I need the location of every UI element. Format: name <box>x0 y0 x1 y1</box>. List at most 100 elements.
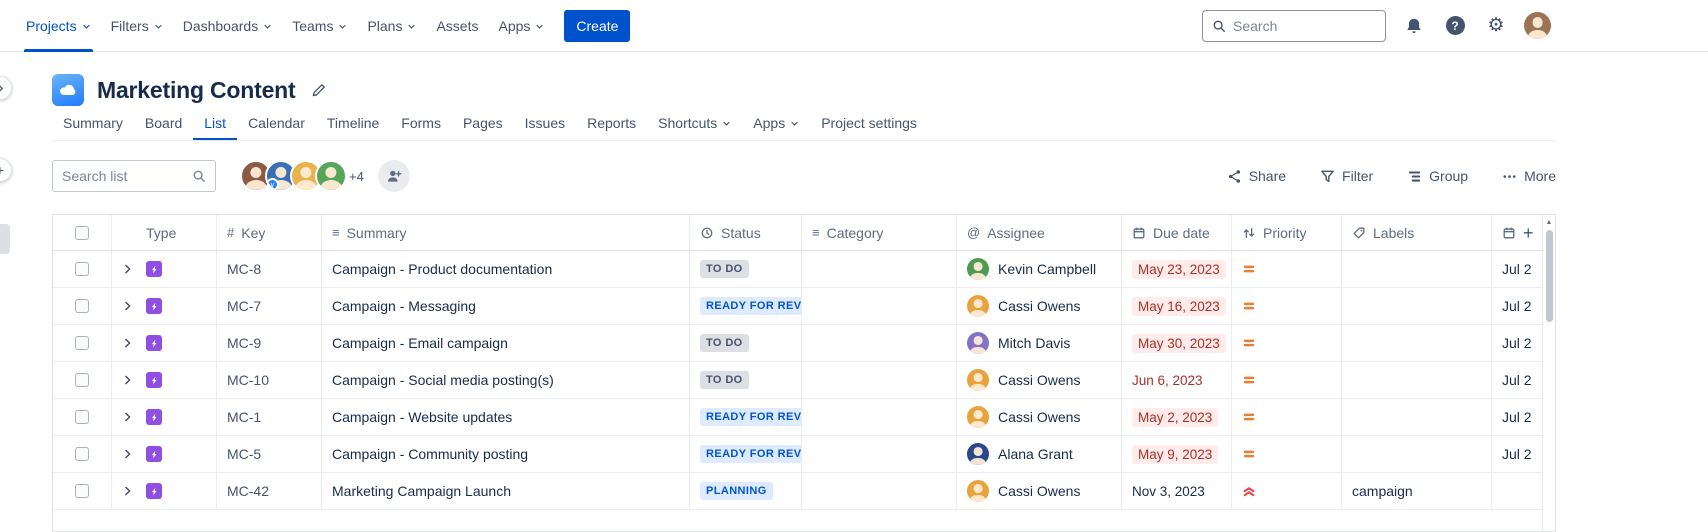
nav-item-teams[interactable]: Teams <box>282 0 357 52</box>
share-button[interactable]: Share <box>1227 168 1286 184</box>
column-status[interactable]: Status <box>689 215 801 250</box>
table-row[interactable]: MC-5 Campaign - Community posting READY … <box>53 436 1555 473</box>
row-checkbox[interactable] <box>75 410 89 424</box>
category-cell[interactable] <box>801 325 956 361</box>
category-cell[interactable] <box>801 473 956 509</box>
nav-item-projects[interactable]: Projects <box>16 0 101 52</box>
table-row[interactable]: MC-9 Campaign - Email campaign TO DO Mit… <box>53 325 1555 362</box>
tab-board[interactable]: Board <box>134 106 193 140</box>
issue-type-icon[interactable] <box>146 261 162 277</box>
tab-forms[interactable]: Forms <box>390 106 452 140</box>
labels-cell[interactable] <box>1341 399 1491 435</box>
expand-row-icon[interactable] <box>121 448 134 461</box>
issue-summary[interactable]: Campaign - Email campaign <box>321 325 689 361</box>
tab-shortcuts[interactable]: Shortcuts <box>647 106 742 140</box>
table-scrollbar[interactable]: ▲ <box>1542 215 1555 531</box>
status-badge[interactable]: READY FOR REVI... <box>700 297 801 315</box>
add-people-button[interactable] <box>377 160 410 192</box>
nav-item-plans[interactable]: Plans <box>357 0 426 52</box>
nav-item-apps[interactable]: Apps <box>488 0 554 52</box>
issue-type-icon[interactable] <box>146 372 162 388</box>
table-row[interactable]: MC-7 Campaign - Messaging READY FOR REVI… <box>53 288 1555 325</box>
expand-row-icon[interactable] <box>121 337 134 350</box>
expand-row-icon[interactable] <box>121 374 134 387</box>
expand-sidebar-button[interactable] <box>0 76 12 100</box>
category-cell[interactable] <box>801 436 956 472</box>
list-search[interactable] <box>52 160 216 192</box>
category-cell[interactable] <box>801 399 956 435</box>
due-date-cell[interactable]: Jun 6, 2023 <box>1121 362 1231 398</box>
assignee-cell[interactable]: Alana Grant <box>956 436 1121 472</box>
tab-timeline[interactable]: Timeline <box>316 106 390 140</box>
due-date-cell[interactable]: May 9, 2023 <box>1121 436 1231 472</box>
scrollbar-thumb[interactable] <box>1545 230 1553 322</box>
status-badge[interactable]: READY FOR REVI... <box>700 445 801 463</box>
avatar-overflow-count[interactable]: +4 <box>349 169 364 184</box>
tab-summary[interactable]: Summary <box>52 106 134 140</box>
status-badge[interactable]: TO DO <box>700 371 749 389</box>
table-row[interactable]: MC-42 Marketing Campaign Launch PLANNING… <box>53 473 1555 510</box>
column-assignee[interactable]: @ Assignee <box>956 215 1121 250</box>
issue-key[interactable]: MC-42 <box>216 473 321 509</box>
select-all-checkbox[interactable] <box>75 225 89 240</box>
group-button[interactable]: Group <box>1407 168 1468 184</box>
column-key[interactable]: # Key <box>216 215 321 250</box>
tab-list[interactable]: List <box>193 106 237 140</box>
help-icon[interactable]: ? <box>1442 13 1468 39</box>
row-checkbox[interactable] <box>75 447 89 461</box>
issue-type-icon[interactable] <box>146 298 162 314</box>
tab-issues[interactable]: Issues <box>514 106 576 140</box>
priority-cell[interactable] <box>1231 399 1341 435</box>
labels-cell[interactable] <box>1341 325 1491 361</box>
assignee-cell[interactable]: Cassi Owens <box>956 473 1121 509</box>
issue-summary[interactable]: Marketing Campaign Launch <box>321 473 689 509</box>
edit-project-name-icon[interactable] <box>311 83 326 98</box>
global-search[interactable] <box>1202 9 1386 42</box>
sidebar-add-button[interactable]: + <box>0 158 12 182</box>
labels-cell[interactable]: campaign <box>1341 473 1491 509</box>
nav-item-filters[interactable]: Filters <box>101 0 173 52</box>
filter-button[interactable]: Filter <box>1320 168 1373 184</box>
priority-cell[interactable] <box>1231 251 1341 287</box>
status-badge[interactable]: TO DO <box>700 260 749 278</box>
list-search-input[interactable] <box>62 168 192 184</box>
create-button[interactable]: Create <box>564 9 631 42</box>
expand-row-icon[interactable] <box>121 300 134 313</box>
more-button[interactable]: More <box>1502 168 1556 184</box>
tab-calendar[interactable]: Calendar <box>237 106 316 140</box>
table-row[interactable]: MC-8 Campaign - Product documentation TO… <box>53 251 1555 288</box>
due-date-cell[interactable]: May 23, 2023 <box>1121 251 1231 287</box>
sidebar-handle[interactable] <box>0 224 10 254</box>
tab-reports[interactable]: Reports <box>576 106 647 140</box>
row-checkbox[interactable] <box>75 299 89 313</box>
row-checkbox[interactable] <box>75 336 89 350</box>
issue-summary[interactable]: Campaign - Website updates <box>321 399 689 435</box>
column-due-date[interactable]: Due date <box>1121 215 1231 250</box>
labels-cell[interactable] <box>1341 436 1491 472</box>
labels-cell[interactable] <box>1341 251 1491 287</box>
assignee-cell[interactable]: Kevin Campbell <box>956 251 1121 287</box>
assignee-cell[interactable]: Cassi Owens <box>956 288 1121 324</box>
expand-row-icon[interactable] <box>121 263 134 276</box>
issue-key[interactable]: MC-8 <box>216 251 321 287</box>
assignee-cell[interactable]: Cassi Owens <box>956 362 1121 398</box>
expand-row-icon[interactable] <box>121 485 134 498</box>
issue-summary[interactable]: Campaign - Social media posting(s) <box>321 362 689 398</box>
labels-cell[interactable] <box>1341 362 1491 398</box>
issue-type-icon[interactable] <box>146 409 162 425</box>
issue-key[interactable]: MC-10 <box>216 362 321 398</box>
settings-gear-icon[interactable]: ⚙ <box>1483 13 1509 39</box>
issue-key[interactable]: MC-9 <box>216 325 321 361</box>
category-cell[interactable] <box>801 362 956 398</box>
column-summary[interactable]: ≡ Summary <box>321 215 689 250</box>
priority-cell[interactable] <box>1231 436 1341 472</box>
global-search-input[interactable] <box>1233 17 1376 34</box>
tab-apps[interactable]: Apps <box>742 106 810 140</box>
issue-key[interactable]: MC-7 <box>216 288 321 324</box>
column-priority[interactable]: Priority <box>1231 215 1341 250</box>
notifications-icon[interactable] <box>1401 13 1427 39</box>
assignee-cell[interactable]: Cassi Owens <box>956 399 1121 435</box>
row-checkbox[interactable] <box>75 373 89 387</box>
assignee-cell[interactable]: Mitch Davis <box>956 325 1121 361</box>
user-avatar[interactable] <box>315 160 347 192</box>
